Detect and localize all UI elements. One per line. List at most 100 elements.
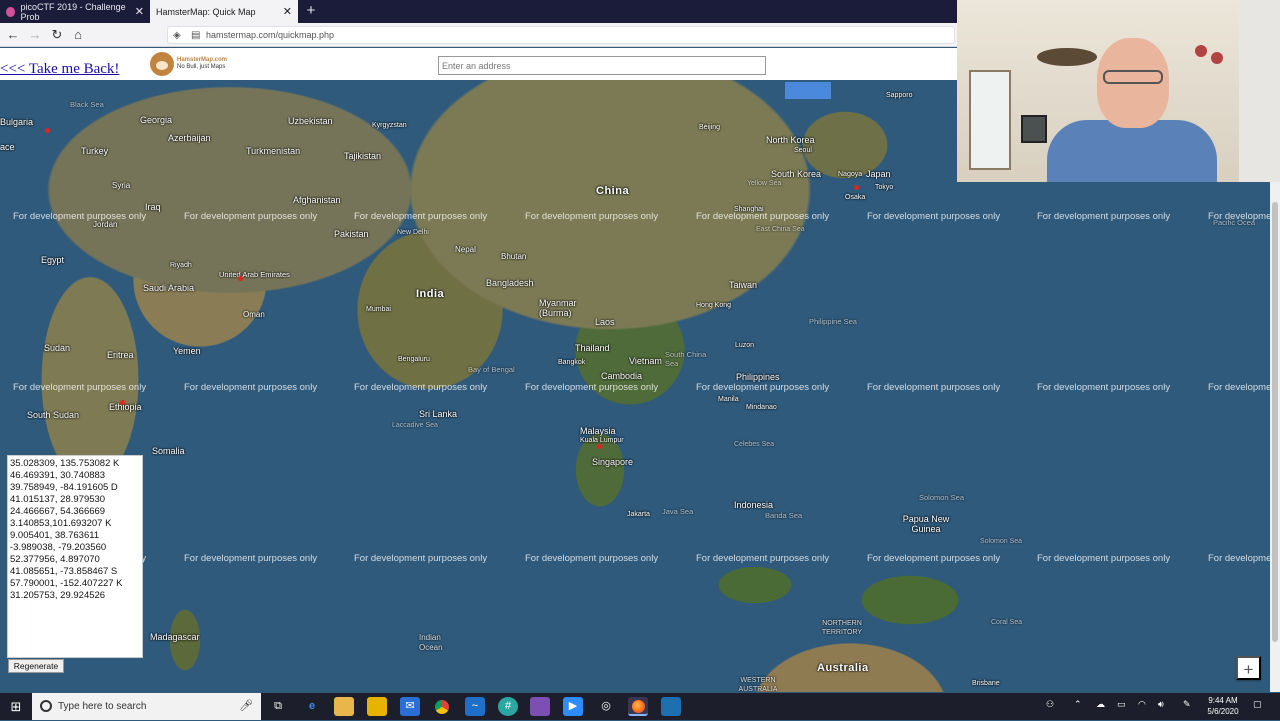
shield-icon: ◈: [173, 30, 181, 41]
volume-icon[interactable]: 🔊︎: [1158, 699, 1164, 710]
label-south-korea: South Korea: [771, 169, 822, 179]
onedrive-icon[interactable]: ☁: [1096, 699, 1105, 710]
label-north-korea: North Korea: [766, 135, 815, 145]
wifi-icon[interactable]: ◠: [1138, 699, 1146, 710]
reload-icon[interactable]: ↻: [49, 27, 65, 43]
dev-watermark: For development purposes only: [867, 382, 1001, 393]
label-azerbaijan: Azerbaijan: [168, 133, 211, 143]
logo-tagline: No Bull, just Maps: [177, 64, 226, 70]
label-oman: Oman: [243, 310, 265, 319]
task-view-icon[interactable]: ⧉: [268, 697, 288, 716]
label-ethiopia: Ethiopia: [109, 402, 142, 412]
edge-icon[interactable]: e: [302, 697, 322, 716]
zoom-in-button[interactable]: +: [1236, 656, 1261, 680]
dev-watermark: For development purposes only: [354, 211, 488, 222]
map-highlight-box: [785, 82, 831, 99]
label-india: India: [416, 288, 445, 300]
zoom-icon[interactable]: ▶: [563, 697, 583, 716]
label-bulgaria: Bulgaria: [0, 117, 34, 127]
windows-start-icon[interactable]: ⊞: [0, 693, 32, 720]
notepad-icon[interactable]: [661, 697, 681, 716]
taskbar-search-box[interactable]: Type here to search 🎤︎: [32, 693, 261, 720]
store-icon[interactable]: [367, 697, 387, 716]
label-thailand: Thailand: [575, 343, 610, 353]
tab-hamstermap[interactable]: HamsterMap: Quick Map ✕: [150, 0, 298, 23]
microphone-icon[interactable]: 🎤︎: [239, 693, 253, 720]
file-explorer-icon[interactable]: [334, 697, 354, 716]
label-tajikistan: Tajikistan: [344, 151, 382, 161]
coordinate-line: 35.028309, 135.753082 K: [10, 458, 120, 469]
tab-picoctf[interactable]: picoCTF 2019 - Challenge Prob ✕: [0, 0, 150, 23]
new-tab-button[interactable]: +: [302, 2, 320, 20]
label-bhutan: Bhutan: [501, 252, 527, 261]
map-pin-addis-ababa[interactable]: [120, 400, 125, 405]
label-celebes-sea: Celebes Sea: [734, 441, 775, 448]
logo-text: HamsterMap.com No Bull, just Maps: [177, 57, 227, 71]
taskbar-clock[interactable]: 9:44 AM 5/6/2020: [1203, 695, 1243, 717]
close-tab-icon[interactable]: ✕: [135, 5, 144, 18]
label-yemen: Yemen: [173, 346, 201, 356]
label-western-australia: WESTERN AUSTRALIA: [738, 677, 778, 692]
coordinate-line: 57.790001, -152.407227 K: [10, 578, 123, 589]
app-icon[interactable]: ~: [465, 697, 485, 716]
label-iraq: Iraq: [145, 202, 161, 212]
map-pin-abu-dhabi[interactable]: [238, 276, 243, 281]
people-icon[interactable]: ⚇: [1046, 699, 1054, 710]
mail-icon[interactable]: ✉: [400, 697, 420, 716]
label-singapore: Singapore: [592, 457, 634, 467]
chrome-icon[interactable]: [432, 697, 452, 716]
obs-icon[interactable]: ◎: [596, 697, 616, 716]
address-input[interactable]: [438, 56, 766, 75]
coordinate-line: 41.085651, -73.858467 S: [10, 566, 118, 577]
pen-icon[interactable]: ✎: [1183, 699, 1191, 710]
chevron-up-icon[interactable]: ⌃: [1074, 699, 1082, 710]
scrollbar-thumb[interactable]: [1272, 202, 1278, 642]
label-japan: Japan: [866, 169, 891, 179]
label-png: Papua New Guinea: [902, 514, 950, 534]
coordinates-textarea[interactable]: 35.028309, 135.753082 K 46.469391, 30.740…: [7, 455, 143, 658]
close-tab-icon[interactable]: ✕: [283, 5, 292, 18]
dev-watermark: For development purposes only: [525, 553, 659, 564]
presenter-glasses: [1103, 70, 1163, 84]
label-banda-sea: Banda Sea: [765, 511, 803, 520]
map-pin-kuala-lumpur[interactable]: [597, 444, 602, 449]
label-philippine-sea: Philippine Sea: [809, 317, 857, 326]
label-sri-lanka: Sri Lanka: [419, 409, 458, 419]
dev-watermark: For development purposes only: [184, 553, 318, 564]
dev-watermark: For development purposes only: [354, 382, 488, 393]
label-shanghai: Shanghai: [734, 206, 764, 213]
forward-arrow-icon[interactable]: →: [27, 27, 43, 43]
url-bar[interactable]: ◈ ▤ hamstermap.com/quickmap.php: [167, 26, 955, 44]
home-icon[interactable]: ⌂: [70, 27, 86, 43]
logo-name: HamsterMap.com: [177, 57, 228, 63]
regenerate-button[interactable]: Regenerate: [8, 659, 64, 673]
label-seoul: Seoul: [794, 147, 812, 154]
info-icon: ▤: [191, 30, 201, 41]
label-bangkok: Bangkok: [558, 359, 586, 366]
slack-icon[interactable]: #: [498, 697, 518, 716]
back-link[interactable]: <<< Take me Back!: [0, 61, 119, 78]
label-kuala-lumpur: Kuala Lumpur: [580, 437, 624, 444]
label-somalia: Somalia: [152, 446, 185, 456]
page-scrollbar[interactable]: [1270, 182, 1280, 692]
discord-icon[interactable]: [530, 697, 550, 716]
tab-title: HamsterMap: Quick Map: [156, 6, 256, 17]
wall-plate: [1211, 52, 1223, 64]
back-arrow-icon[interactable]: ←: [5, 27, 21, 43]
label-indonesia: Indonesia: [734, 500, 774, 510]
label-pacific-ocean: Pacific Ocea: [1213, 218, 1256, 227]
dev-watermark: For development purposes only: [1208, 553, 1270, 564]
notifications-icon[interactable]: ▢: [1253, 699, 1262, 710]
map-pin-istanbul[interactable]: [45, 128, 50, 133]
coordinate-line: 31.205753, 29.924526: [10, 590, 106, 601]
label-manila: Manila: [718, 396, 739, 403]
firefox-icon[interactable]: [628, 697, 648, 716]
coordinate-line: 52.377956, 4.897070: [10, 554, 100, 565]
battery-icon[interactable]: ▭: [1117, 699, 1126, 710]
label-beijing: Beijing: [699, 124, 721, 131]
map-pin-kyoto[interactable]: [854, 185, 859, 190]
coordinate-line: 39.758949, -84.191605 D: [10, 482, 118, 493]
label-delhi: New Delhi: [397, 229, 429, 236]
dev-watermark: For development purposes only: [184, 382, 318, 393]
hamstermap-logo[interactable]: HamsterMap.com No Bull, just Maps: [150, 51, 240, 77]
